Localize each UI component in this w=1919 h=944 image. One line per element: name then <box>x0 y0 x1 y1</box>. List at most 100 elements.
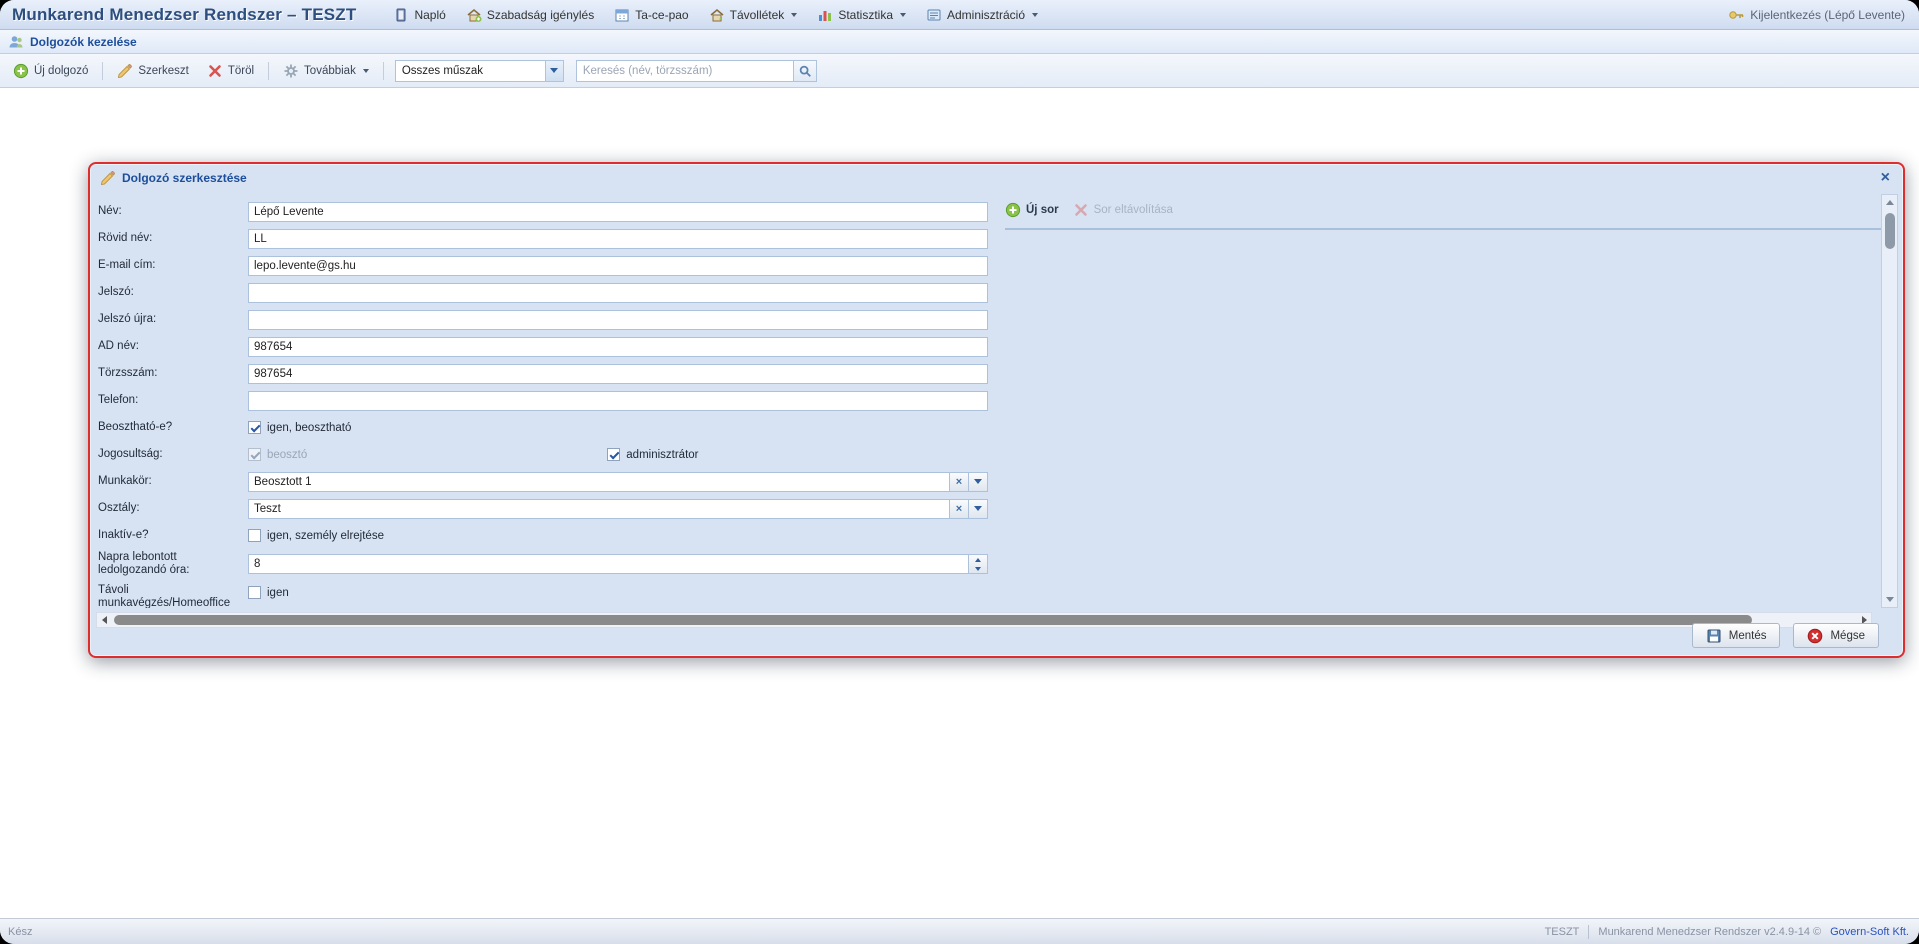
house-icon <box>709 7 725 23</box>
short-name-field[interactable] <box>248 229 988 249</box>
admin-icon <box>926 7 942 23</box>
permission-label: Jogosultság: <box>98 448 248 461</box>
more-actions-button[interactable]: Továbbiak <box>276 59 376 83</box>
dialog-title: Dolgozó szerkesztése <box>122 171 247 185</box>
logout-label: Kijelentkezés (Lépő Levente) <box>1750 8 1905 22</box>
page-title: Dolgozók kezelése <box>30 35 137 49</box>
chevron-down-icon <box>363 69 369 73</box>
password-again-label: Jelszó újra: <box>98 313 248 326</box>
job-combo-field[interactable] <box>248 472 950 492</box>
edit-employee-button[interactable]: Szerkeszt <box>110 59 196 83</box>
vacation-toolbar: Új sor Sor eltávolítása <box>1005 202 1173 218</box>
remote-work-label: Távoli munkavégzés/Homeoffice <box>98 584 248 608</box>
dialog-horizontal-scrollbar[interactable] <box>96 612 1872 628</box>
menu-item-label: Napló <box>414 8 445 22</box>
gear-icon <box>283 63 299 79</box>
menu-item-naplo[interactable]: Napló <box>384 4 454 26</box>
scroll-left-button[interactable] <box>97 616 111 624</box>
name-field[interactable] <box>248 202 988 222</box>
company-link[interactable]: Govern-Soft Kft. <box>1830 926 1909 938</box>
scheduler-role-label: beosztó <box>267 449 307 461</box>
menu-item-label: Adminisztráció <box>947 8 1025 22</box>
email-field[interactable] <box>248 256 988 276</box>
chevron-down-icon <box>791 13 797 17</box>
app-window: Munkarend Menedzser Rendszer – TESZT Nap… <box>0 0 1919 944</box>
grid-toolbar: Új dolgozó Szerkeszt Töröl Továbbiak <box>0 54 1919 88</box>
stepper-down[interactable] <box>969 564 987 573</box>
status-bar: Kész TESZT Munkarend Menedzser Rendszer … <box>0 918 1919 944</box>
calendar-icon <box>614 7 630 23</box>
menu-item-szabadsag-igenyles[interactable]: Szabadság igénylés <box>457 4 603 26</box>
shift-filter-trigger[interactable] <box>545 60 564 82</box>
employee-number-label: Törzsszám: <box>98 367 248 380</box>
pencil-icon <box>100 170 116 186</box>
department-combo-field[interactable] <box>248 499 950 519</box>
cancel-button[interactable]: Mégse <box>1793 623 1879 648</box>
menu-item-adminisztracio[interactable]: Adminisztráció <box>917 4 1047 26</box>
status-env: TESZT <box>1545 926 1580 938</box>
admin-role-checkbox[interactable] <box>607 448 620 461</box>
daily-hours-field[interactable] <box>248 554 969 574</box>
remote-work-checkbox-label: igen <box>267 587 289 599</box>
dialog-header: Dolgozó szerkesztése × <box>90 164 1903 192</box>
password-field[interactable] <box>248 283 988 303</box>
plus-circle-icon <box>13 63 29 79</box>
chart-icon <box>817 7 833 23</box>
scroll-up-button[interactable] <box>1882 195 1897 210</box>
employee-number-field[interactable] <box>248 364 988 384</box>
shift-filter-value[interactable] <box>395 60 545 82</box>
name-label: Név: <box>98 205 248 218</box>
close-icon[interactable]: × <box>1878 170 1893 186</box>
delete-employee-button[interactable]: Töröl <box>200 59 261 83</box>
menu-item-label: Statisztika <box>838 8 893 22</box>
clear-icon[interactable]: × <box>950 472 969 492</box>
phone-field[interactable] <box>248 391 988 411</box>
ad-name-label: AD név: <box>98 340 248 353</box>
ad-name-field[interactable] <box>248 337 988 357</box>
job-combo-trigger[interactable] <box>969 472 988 492</box>
stepper-up[interactable] <box>969 555 987 564</box>
chevron-down-icon <box>1032 13 1038 17</box>
new-vacation-row-button[interactable]: Új sor <box>1005 202 1059 218</box>
department-combo-trigger[interactable] <box>969 499 988 519</box>
menu-item-statisztika[interactable]: Statisztika <box>808 4 915 26</box>
page-header: Dolgozók kezelése <box>0 30 1919 54</box>
clear-icon[interactable]: × <box>950 499 969 519</box>
horizontal-scroll-thumb[interactable] <box>114 615 1752 625</box>
scheduler-role-checkbox[interactable] <box>248 448 261 461</box>
daily-hours-label: Napra lebontott ledolgozandó óra: <box>98 551 248 577</box>
menu-item-tavolletek[interactable]: Távollétek <box>700 4 807 26</box>
chevron-down-icon <box>550 68 558 73</box>
inactive-checkbox[interactable] <box>248 529 261 542</box>
password-again-field[interactable] <box>248 310 988 330</box>
scroll-down-button[interactable] <box>1882 592 1897 607</box>
chevron-down-icon <box>974 506 982 511</box>
admin-role-label: adminisztrátor <box>626 449 698 461</box>
search-button[interactable] <box>794 60 817 82</box>
remove-vacation-row-button[interactable]: Sor eltávolítása <box>1073 202 1173 218</box>
shift-filter-combo[interactable] <box>395 60 564 82</box>
remote-work-checkbox[interactable] <box>248 586 261 599</box>
menu-item-label: Szabadság igénylés <box>487 8 594 22</box>
save-button[interactable]: Mentés <box>1692 623 1781 648</box>
password-label: Jelszó: <box>98 286 248 299</box>
status-version: Munkarend Menedzser Rendszer v2.4.9-14 © <box>1598 926 1821 938</box>
schedulable-checkbox[interactable] <box>248 421 261 434</box>
book-icon <box>393 7 409 23</box>
chevron-up-icon <box>1886 200 1894 205</box>
daily-hours-stepper[interactable] <box>969 554 988 574</box>
vacation-grid <box>1005 228 1889 230</box>
status-ready: Kész <box>8 926 32 938</box>
logout-button[interactable]: Kijelentkezés (Lépő Levente) <box>1728 7 1905 23</box>
chevron-down-icon <box>975 567 981 571</box>
dialog-footer: Mentés Mégse <box>1692 623 1879 648</box>
status-divider <box>1588 925 1589 939</box>
employee-edit-dialog: Dolgozó szerkesztése × Név: Rövid név: E… <box>88 162 1905 658</box>
new-employee-button[interactable]: Új dolgozó <box>6 59 95 83</box>
vertical-scroll-thumb[interactable] <box>1885 213 1895 249</box>
phone-label: Telefon: <box>98 394 248 407</box>
dialog-vertical-scrollbar[interactable] <box>1881 194 1898 608</box>
search-input[interactable] <box>576 60 794 82</box>
employee-form: Név: Rövid név: E-mail cím: Jelszó: Jels… <box>98 198 998 606</box>
menu-item-tacepao[interactable]: Ta-ce-pao <box>605 4 697 26</box>
